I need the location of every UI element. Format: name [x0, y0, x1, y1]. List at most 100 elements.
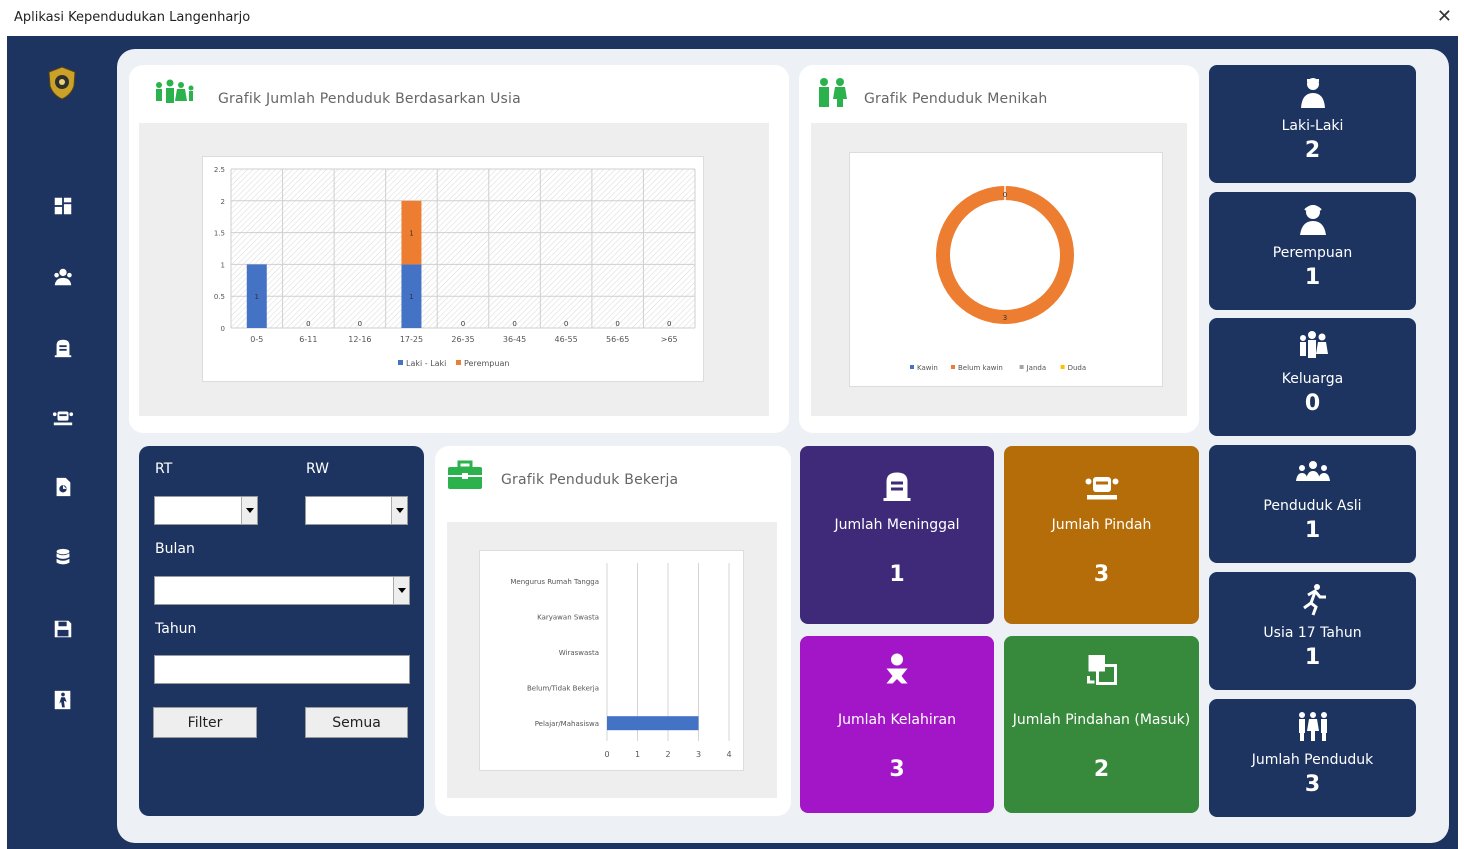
- briefcase-green-icon: [448, 460, 482, 489]
- married-donut-svg: 0 3 Kawin Belum kawin Janda Duda: [910, 186, 1087, 372]
- data-label: 0: [615, 320, 619, 328]
- rt-label: RT: [155, 461, 173, 477]
- meninggal-tile[interactable]: Jumlah Meninggal 1: [800, 446, 994, 624]
- plot-area: [231, 169, 695, 328]
- people-icon[interactable]: [51, 265, 75, 289]
- legend-label: Perempuan: [464, 359, 509, 368]
- legend-swatch: [951, 365, 955, 369]
- chevron-down-icon[interactable]: [391, 497, 407, 524]
- data-label: 0: [512, 320, 516, 328]
- age-chart-title: Grafik Jumlah Penduduk Berdasarkan Usia: [218, 91, 521, 107]
- x-tick-label: >65: [661, 335, 678, 344]
- y-tick-label: 2: [221, 198, 225, 206]
- legend-swatch: [910, 365, 914, 369]
- grave-icon: [883, 472, 911, 501]
- semua-button[interactable]: Semua: [305, 707, 408, 738]
- close-icon[interactable]: ✕: [1437, 6, 1452, 27]
- meninggal-label: Jumlah Meninggal: [834, 517, 960, 533]
- legend-swatch: [456, 360, 461, 365]
- move-icon[interactable]: [51, 405, 75, 429]
- kelahiran-value: 3: [889, 757, 905, 782]
- exit-icon[interactable]: [51, 688, 75, 712]
- tahun-input[interactable]: [154, 655, 410, 684]
- x-tick-label: 3: [696, 750, 701, 759]
- stat-card-jumlah-penduduk[interactable]: Jumlah Penduduk 3: [1209, 699, 1416, 817]
- stat-label: Laki-Laki: [1281, 118, 1344, 134]
- legend-swatch: [1019, 365, 1024, 369]
- data-label: 0: [564, 320, 568, 328]
- stat-value: 3: [1304, 772, 1321, 797]
- y-tick-label: 2.5: [214, 166, 225, 174]
- legend-label: Duda: [1068, 364, 1087, 372]
- data-label: 1: [409, 230, 413, 238]
- stat-card-penduduk-asli[interactable]: Penduduk Asli 1: [1209, 445, 1416, 563]
- x-tick-label: 46-55: [554, 335, 577, 344]
- filter-button[interactable]: Filter: [153, 707, 257, 738]
- chevron-down-icon[interactable]: [241, 497, 257, 524]
- app-frame: Grafik Jumlah Penduduk Berdasarkan Usia …: [7, 36, 1458, 849]
- stat-label: Keluarga: [1281, 371, 1344, 387]
- rt-select[interactable]: [154, 496, 258, 525]
- donut-data-label: 0: [1003, 191, 1007, 199]
- bar-pelajar-mahasiswa: [607, 716, 699, 731]
- pindah-label: Jumlah Pindah: [1051, 517, 1152, 533]
- pindah-tile[interactable]: Jumlah Pindah 3: [1004, 446, 1199, 624]
- family-green-icon: [156, 79, 194, 103]
- chevron-down-icon[interactable]: [393, 577, 409, 604]
- work-chart-card: Grafik Penduduk Bekerja 0 1 2 3 4 Mengurus Ru…: [435, 446, 791, 816]
- married-chart-plot: 0 3 Kawin Belum kawin Janda Duda: [849, 152, 1163, 387]
- logo-icon: [48, 66, 76, 100]
- x-tick-label: 0: [604, 750, 609, 759]
- couple-green-icon: [819, 78, 847, 107]
- x-tick-label: 17-25: [400, 335, 423, 344]
- transfer-icon: [1086, 655, 1117, 685]
- y-tick-label: Pelajar/Mahasiswa: [535, 720, 599, 728]
- pindahan-tile[interactable]: Jumlah Pindahan (Masuk) 2: [1004, 636, 1199, 813]
- baby-icon: [886, 653, 908, 684]
- stat-card-usia-17-tahun[interactable]: Usia 17 Tahun 1: [1209, 572, 1416, 690]
- stat-card-laki-laki[interactable]: Laki-Laki 2: [1209, 65, 1416, 183]
- work-chart-title: Grafik Penduduk Bekerja: [501, 472, 679, 488]
- bulan-select[interactable]: [154, 576, 410, 605]
- pindah-value: 3: [1093, 562, 1110, 587]
- meninggal-value: 1: [889, 562, 905, 587]
- kelahiran-tile[interactable]: Jumlah Kelahiran 3: [800, 636, 994, 813]
- x-tick-label: 1: [635, 750, 640, 759]
- kelahiran-label: Jumlah Kelahiran: [838, 712, 956, 728]
- x-tick-label: 26-35: [451, 335, 474, 344]
- x-tick-label: 4: [726, 750, 731, 759]
- grave-icon[interactable]: [51, 336, 75, 360]
- donut-slice-belum-kawin: [936, 186, 1074, 324]
- stat-value: 1: [1304, 265, 1321, 290]
- stat-value: 1: [1304, 518, 1321, 543]
- work-chart-plot: 0 1 2 3 4 Mengurus Rumah Tangga Karyawan Swast…: [479, 550, 744, 771]
- legend-label: Janda: [1026, 364, 1047, 372]
- x-tick-label: 0-5: [250, 335, 263, 344]
- document-icon[interactable]: [51, 475, 75, 499]
- tahun-label: Tahun: [155, 621, 197, 637]
- y-tick-label: 0.5: [214, 293, 225, 301]
- stat-value: 0: [1304, 391, 1321, 416]
- stat-label: Penduduk Asli: [1263, 498, 1362, 514]
- y-tick-label: 1.5: [214, 230, 225, 238]
- sidebar: [7, 36, 115, 849]
- x-tick-label: 56-65: [606, 335, 629, 344]
- runner-icon: [1302, 584, 1326, 616]
- y-tick-label: 1: [221, 261, 225, 269]
- dashboard-icon[interactable]: [51, 194, 75, 218]
- y-tick-label: Wiraswasta: [559, 649, 599, 657]
- y-tick-label: Karyawan Swasta: [537, 613, 599, 621]
- stat-value: 2: [1304, 138, 1321, 163]
- dashboard-content: Grafik Jumlah Penduduk Berdasarkan Usia …: [117, 49, 1449, 843]
- age-chart-plot: 0 0.5 1 1.5 2 2.5 1 0-5 0 6-11 0 12-16 1 1 17-25 0 26-35…: [202, 156, 704, 382]
- female-icon: [1299, 205, 1326, 235]
- stat-card-perempuan[interactable]: Perempuan 1: [1209, 192, 1416, 310]
- save-icon[interactable]: [51, 617, 75, 641]
- y-tick-label: Belum/Tidak Bekerja: [527, 685, 599, 693]
- stat-value: 1: [1304, 645, 1321, 670]
- stat-card-keluarga[interactable]: Keluarga 0: [1209, 318, 1416, 436]
- x-tick-label: 12-16: [348, 335, 371, 344]
- x-tick-label: 2: [665, 750, 670, 759]
- rw-select[interactable]: [305, 496, 408, 525]
- database-icon[interactable]: [51, 546, 75, 570]
